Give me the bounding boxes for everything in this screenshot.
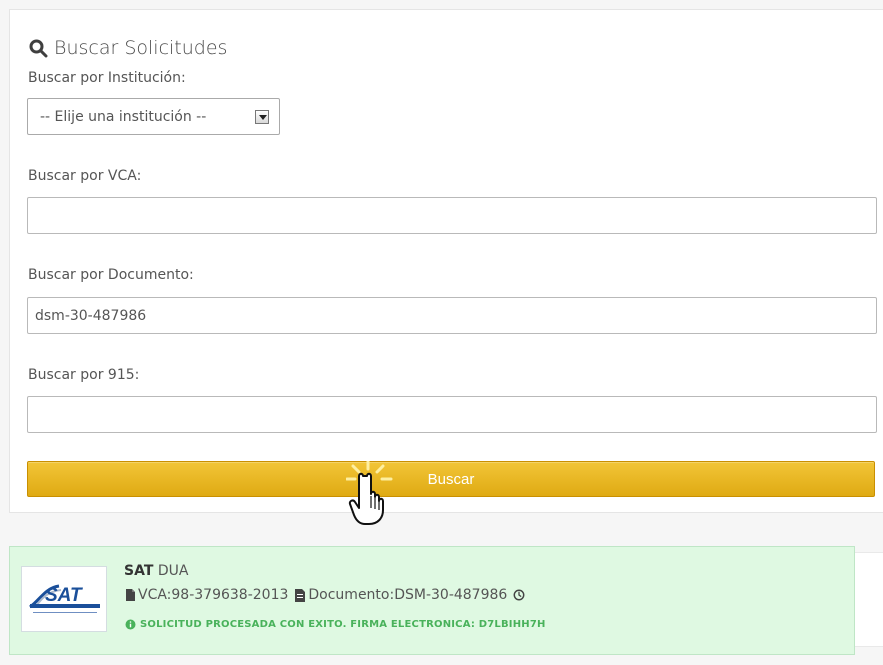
page: Buscar Solicitudes Buscar por Institució… — [0, 0, 883, 665]
result-side-strip — [855, 552, 883, 647]
logo-text: SAT — [45, 585, 83, 606]
vca-input[interactable] — [27, 197, 877, 234]
status-text: SOLICITUD PROCESADA CON EXITO. FIRMA ELE… — [140, 618, 546, 630]
form915-input[interactable] — [27, 396, 877, 433]
vca-value: VCA:98-379638-2013 — [138, 587, 289, 603]
form915-label: Buscar por 915: — [28, 367, 140, 383]
pointer-hand-icon — [346, 461, 402, 527]
sat-logo: SAT — [21, 566, 107, 632]
institution-select[interactable]: -- Elije una institución -- — [27, 98, 280, 135]
document-value: Documento:DSM-30-487986 — [308, 587, 508, 603]
file-icon — [124, 589, 136, 601]
document-label: Buscar por Documento: — [28, 267, 194, 283]
info-icon — [124, 618, 136, 630]
chevron-down-icon[interactable] — [255, 109, 269, 124]
result-meta: VCA:98-379638-2013 Documento:DSM-30-4879… — [124, 587, 525, 603]
search-icon — [28, 38, 48, 58]
status-message: SOLICITUD PROCESADA CON EXITO. FIRMA ELE… — [124, 618, 546, 630]
institution-label: Buscar por Institución: — [28, 70, 186, 86]
search-panel: Buscar Solicitudes Buscar por Institució… — [9, 9, 883, 513]
institution-selected-value: -- Elije una institución -- — [40, 108, 207, 125]
result-card[interactable]: SAT SAT DUA VCA:98-379638-2013 Documento… — [9, 546, 855, 655]
page-title: Buscar Solicitudes — [28, 38, 227, 58]
result-institution: SAT — [124, 563, 154, 579]
result-type: DUA — [157, 563, 189, 579]
document-meta: Documento:DSM-30-487986 — [294, 587, 507, 603]
document-icon — [294, 588, 306, 602]
search-button[interactable]: Buscar — [27, 461, 875, 497]
result-title: SAT DUA — [124, 563, 188, 579]
panel-title-text: Buscar Solicitudes — [54, 36, 228, 59]
clock-icon — [513, 589, 525, 601]
vca-meta: VCA:98-379638-2013 — [124, 587, 288, 603]
vca-label: Buscar por VCA: — [28, 168, 142, 184]
document-input[interactable] — [27, 297, 877, 334]
